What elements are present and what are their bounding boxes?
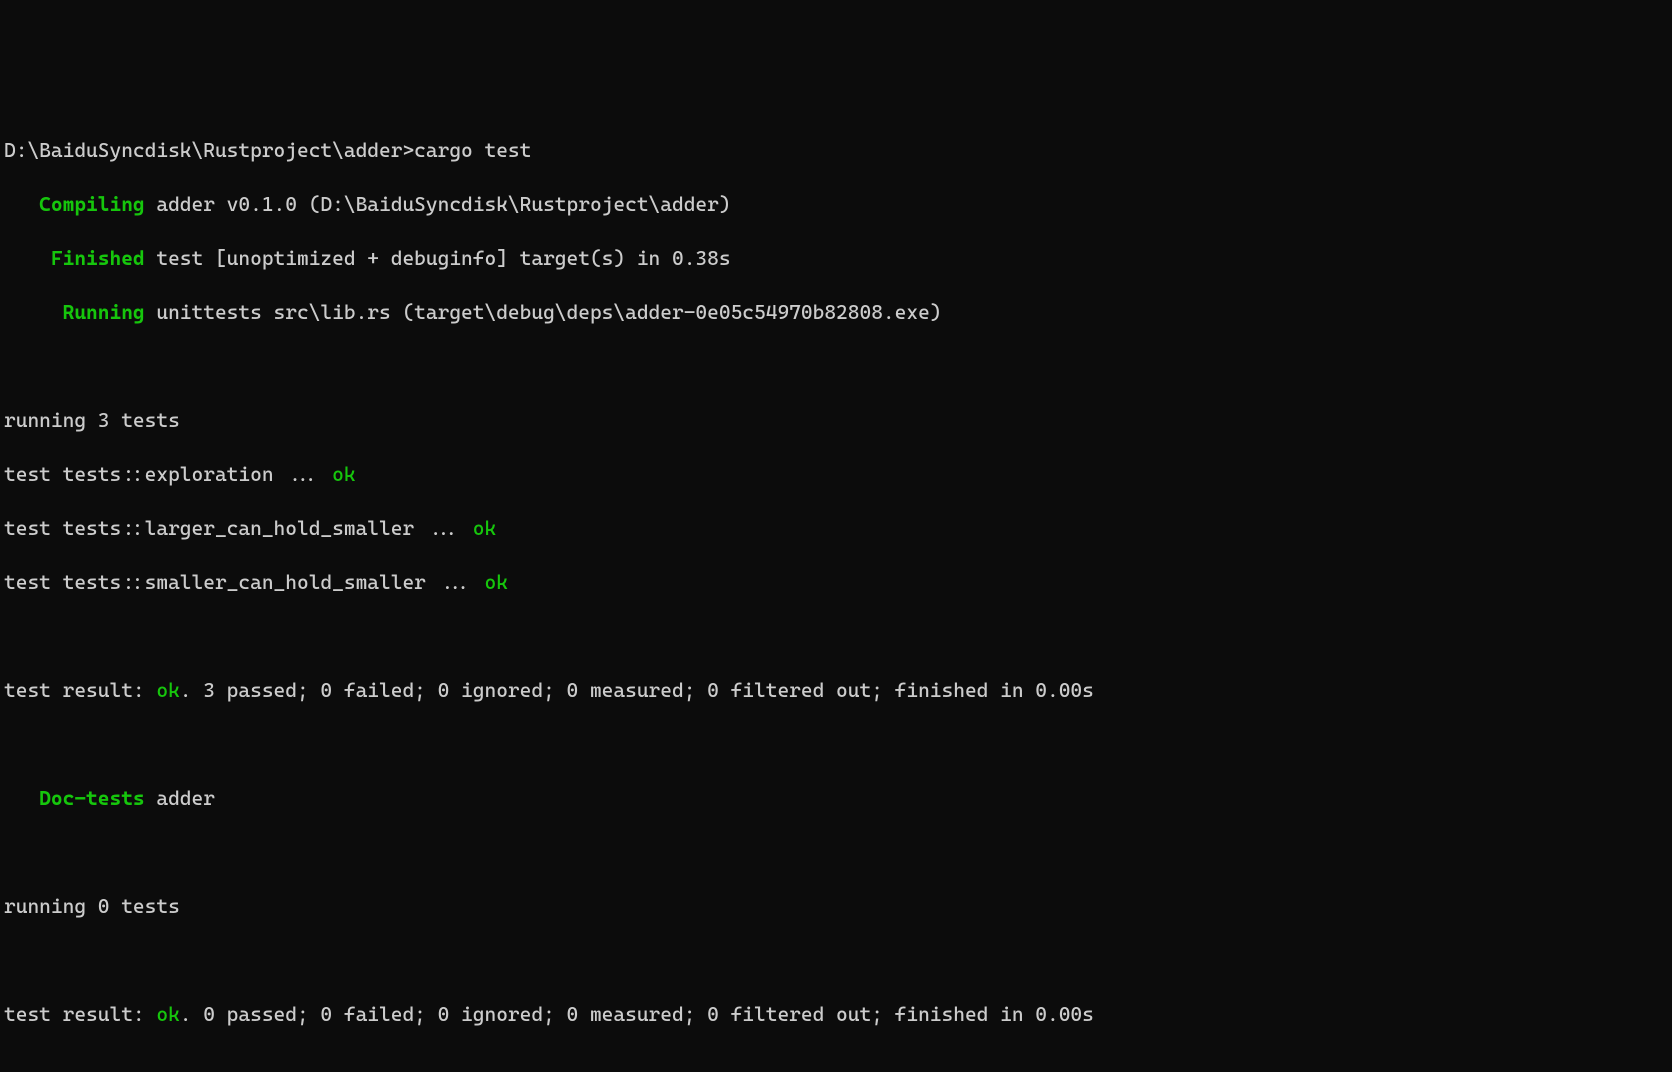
finished-line: Finished test [unoptimized + debuginfo] … [4, 245, 1668, 272]
prompt-path: D:\BaiduSyncdisk\Rustproject\adder> [4, 138, 414, 162]
running-line: Running unittests src\lib.rs (target\deb… [4, 299, 1668, 326]
test-result-line-1: test result: ok. 3 passed; 0 failed; 0 i… [4, 677, 1668, 704]
running-tests-header-2: running 0 tests [4, 893, 1668, 920]
test-line-1: test tests::exploration ... ok [4, 461, 1668, 488]
blank-line [4, 353, 1668, 380]
blank-line [4, 731, 1668, 758]
compiling-text: adder v0.1.0 (D:\BaiduSyncdisk\Rustproje… [145, 192, 731, 216]
test-result-prefix: test result: [4, 678, 156, 702]
test-name: test tests::exploration ... [4, 462, 332, 486]
test-line-2: test tests::larger_can_hold_smaller ... … [4, 515, 1668, 542]
blank-line [4, 947, 1668, 974]
running-tests-header: running 3 tests [4, 407, 1668, 434]
blank-line [4, 839, 1668, 866]
test-name: test tests::smaller_can_hold_smaller ... [4, 570, 484, 594]
blank-line [4, 623, 1668, 650]
test-result-status: ok [156, 678, 179, 702]
compiling-label: Compiling [39, 192, 144, 216]
finished-text: test [unoptimized + debuginfo] target(s)… [145, 246, 731, 270]
test-result-line-2: test result: ok. 0 passed; 0 failed; 0 i… [4, 1001, 1668, 1028]
doc-tests-text: adder [145, 786, 215, 810]
test-status-ok: ok [484, 570, 507, 594]
terminal-output[interactable]: D:\BaiduSyncdisk\Rustproject\adder>cargo… [4, 110, 1668, 1055]
running-text: unittests src\lib.rs (target\debug\deps\… [145, 300, 942, 324]
running-label: Running [63, 300, 145, 324]
test-result-suffix: . 3 passed; 0 failed; 0 ignored; 0 measu… [180, 678, 1094, 702]
compiling-line: Compiling adder v0.1.0 (D:\BaiduSyncdisk… [4, 191, 1668, 218]
finished-label: Finished [51, 246, 145, 270]
doc-tests-line: Doc-tests adder [4, 785, 1668, 812]
test-line-3: test tests::smaller_can_hold_smaller ...… [4, 569, 1668, 596]
command-line: D:\BaiduSyncdisk\Rustproject\adder>cargo… [4, 137, 1668, 164]
test-name: test tests::larger_can_hold_smaller ... [4, 516, 473, 540]
test-status-ok: ok [473, 516, 496, 540]
doc-tests-label: Doc-tests [39, 786, 144, 810]
test-status-ok: ok [332, 462, 355, 486]
test-result-prefix: test result: [4, 1002, 156, 1026]
command-text: cargo test [414, 138, 531, 162]
test-result-status: ok [156, 1002, 179, 1026]
test-result-suffix: . 0 passed; 0 failed; 0 ignored; 0 measu… [180, 1002, 1094, 1026]
